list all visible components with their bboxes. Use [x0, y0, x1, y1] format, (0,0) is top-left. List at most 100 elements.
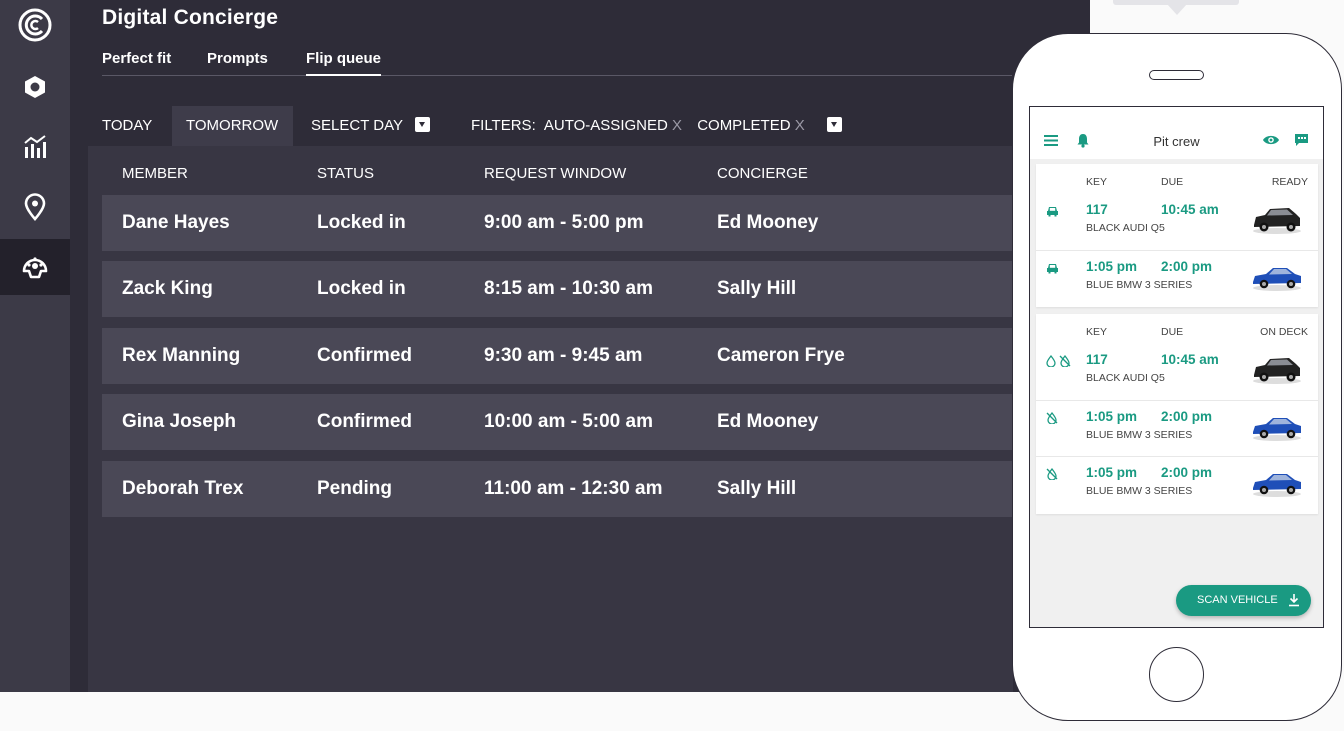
vehicle-description: BLUE BMW 3 SERIES — [1086, 279, 1193, 291]
dashboard-gauge-icon[interactable] — [0, 239, 70, 295]
vehicle-description: BLUE BMW 3 SERIES — [1086, 485, 1193, 497]
sidebar — [0, 0, 70, 692]
location-pin-icon[interactable] — [0, 179, 70, 235]
car-icon — [1046, 261, 1059, 279]
chevron-down-icon[interactable] — [414, 117, 430, 132]
member-cell: Rex Manning — [122, 345, 241, 366]
phone-home-button[interactable] — [1149, 647, 1204, 702]
key-value: 1:05 pm — [1086, 259, 1138, 274]
request-window-cell: 10:00 am - 5:00 am — [484, 411, 653, 432]
table-row[interactable]: Deborah Trex Pending 11:00 am - 12:30 am… — [102, 461, 1013, 517]
column-header-member[interactable]: MEMBER — [122, 165, 188, 182]
ready-card: KEY DUE READY 117 10:45 am BLACK AUDI Q5 — [1036, 164, 1318, 307]
member-cell: Dane Hayes — [122, 212, 230, 233]
status-cell: Confirmed — [317, 345, 412, 366]
vehicle-description: BLUE BMW 3 SERIES — [1086, 429, 1193, 441]
due-value: 2:00 pm — [1161, 409, 1213, 424]
concierge-cell: Ed Mooney — [717, 411, 819, 432]
remove-filter-icon[interactable]: X — [672, 117, 682, 134]
due-value: 2:00 pm — [1161, 259, 1213, 274]
status-cell: Locked in — [317, 278, 406, 299]
scan-vehicle-label: SCAN VEHICLE — [1197, 594, 1278, 606]
phone-header: Pit crew — [1030, 107, 1323, 159]
dashboard-window: Digital Concierge Perfect fit Prompts Fl… — [0, 0, 1090, 692]
phone-mockup: Pit crew KEY DUE READY 117 10:45 am BLAC… — [1012, 33, 1342, 721]
tab-perfect-fit[interactable]: Perfect fit — [102, 50, 171, 67]
analytics-icon[interactable] — [0, 119, 70, 175]
drop-icon — [1046, 354, 1072, 372]
vehicle-item[interactable]: 117 10:45 am BLACK AUDI Q5 — [1036, 344, 1318, 400]
status-cell: Confirmed — [317, 411, 412, 432]
due-column-label: DUE — [1161, 176, 1184, 188]
vehicle-item[interactable]: 1:05 pm 2:00 pm BLUE BMW 3 SERIES — [1036, 456, 1318, 512]
vehicle-item[interactable]: 117 10:45 am BLACK AUDI Q5 — [1036, 194, 1318, 250]
blue-sedan-image — [1253, 474, 1301, 497]
concierge-cell: Cameron Frye — [717, 345, 845, 366]
column-header-status[interactable]: STATUS — [317, 165, 374, 182]
due-value: 10:45 am — [1161, 202, 1219, 217]
table-row[interactable]: Rex Manning Confirmed 9:30 am - 9:45 am … — [102, 328, 1013, 384]
black-suv-image — [1253, 208, 1301, 234]
concierge-cell: Ed Mooney — [717, 212, 819, 233]
status-cell: Pending — [317, 478, 392, 499]
vehicle-item[interactable]: 1:05 pm 2:00 pm BLUE BMW 3 SERIES — [1036, 250, 1318, 306]
tab-prompts[interactable]: Prompts — [207, 50, 268, 67]
table-row[interactable]: Zack King Locked in 8:15 am - 10:30 am S… — [102, 261, 1013, 317]
ready-column-label: READY — [1271, 176, 1308, 188]
scan-vehicle-button[interactable]: SCAN VEHICLE — [1176, 585, 1311, 616]
black-suv-image — [1253, 358, 1301, 384]
filter-chip-label: AUTO-ASSIGNED — [543, 117, 668, 134]
key-value: 1:05 pm — [1086, 409, 1138, 424]
member-cell: Gina Joseph — [122, 411, 237, 432]
hexagon-icon[interactable] — [0, 59, 70, 115]
filters-dropdown-icon[interactable] — [826, 117, 842, 132]
day-today-button[interactable]: TODAY — [102, 106, 152, 146]
column-header-concierge[interactable]: CONCIERGE — [717, 165, 808, 182]
status-cell: Locked in — [317, 212, 406, 233]
select-day-label: SELECT DAY — [311, 117, 403, 134]
tooltip-arrow — [1167, 4, 1187, 15]
brand-logo-icon[interactable] — [0, 0, 70, 50]
car-icon — [1046, 204, 1059, 222]
tab-bar: Perfect fit Prompts Flip queue — [102, 50, 1012, 76]
table-row[interactable]: Gina Joseph Confirmed 10:00 am - 5:00 am… — [102, 394, 1013, 450]
request-window-cell: 11:00 am - 12:30 am — [484, 478, 663, 499]
eye-icon[interactable] — [1262, 133, 1280, 152]
due-column-label: DUE — [1161, 326, 1184, 338]
table-row[interactable]: Dane Hayes Locked in 9:00 am - 5:00 pm E… — [102, 195, 1013, 251]
filter-chip-completed[interactable]: COMPLETED X — [697, 117, 809, 134]
vehicle-description: BLACK AUDI Q5 — [1086, 372, 1165, 384]
request-window-cell: 9:00 am - 5:00 pm — [484, 212, 644, 233]
key-value: 117 — [1086, 202, 1108, 217]
filters-label: FILTERS: — [471, 117, 536, 134]
day-tomorrow-button[interactable]: TOMORROW — [172, 106, 294, 146]
blue-sedan-image — [1253, 268, 1301, 291]
vehicle-description: BLACK AUDI Q5 — [1086, 222, 1165, 234]
column-header-request-window[interactable]: REQUEST WINDOW — [484, 165, 626, 182]
concierge-cell: Sally Hill — [717, 278, 797, 299]
remove-filter-icon[interactable]: X — [795, 117, 805, 134]
due-value: 10:45 am — [1161, 352, 1219, 367]
key-column-label: KEY — [1086, 326, 1108, 338]
key-column-label: KEY — [1086, 176, 1108, 188]
stage: Digital Concierge Perfect fit Prompts Fl… — [0, 0, 1344, 731]
no-drop-icon — [1046, 411, 1058, 429]
tab-flip-queue[interactable]: Flip queue — [306, 50, 381, 76]
member-cell: Deborah Trex — [122, 478, 244, 499]
no-drop-icon — [1046, 467, 1058, 485]
key-value: 117 — [1086, 352, 1108, 367]
concierge-cell: Sally Hill — [717, 478, 797, 499]
due-value: 2:00 pm — [1161, 465, 1213, 480]
message-icon[interactable] — [1294, 133, 1309, 152]
filters-group: FILTERS: AUTO-ASSIGNED X COMPLETED X — [471, 106, 842, 146]
filter-bar: TODAY TOMORROW SELECT DAY FILTERS: AUTO-… — [88, 106, 1013, 146]
filter-chip-label: COMPLETED — [697, 117, 791, 134]
request-window-cell: 8:15 am - 10:30 am — [484, 278, 653, 299]
select-day-dropdown[interactable]: SELECT DAY — [311, 106, 430, 146]
phone-speaker — [1149, 70, 1204, 80]
filter-chip-auto-assigned[interactable]: AUTO-ASSIGNED X — [544, 117, 686, 134]
page-title: Digital Concierge — [102, 6, 279, 29]
vehicle-item[interactable]: 1:05 pm 2:00 pm BLUE BMW 3 SERIES — [1036, 400, 1318, 456]
on-deck-card: KEY DUE ON DECK 117 10:45 am BLACK AUDI … — [1036, 314, 1318, 514]
phone-screen: Pit crew KEY DUE READY 117 10:45 am BLAC… — [1029, 106, 1324, 628]
